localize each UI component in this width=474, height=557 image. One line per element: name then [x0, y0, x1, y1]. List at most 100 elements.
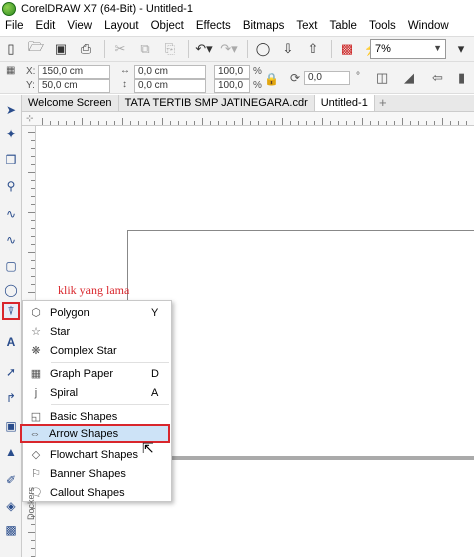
- flyout-item-label: Spiral: [50, 386, 79, 399]
- ellipse-tool-icon[interactable]: ◯: [2, 281, 20, 299]
- menu-bitmaps[interactable]: Bitmaps: [237, 20, 291, 32]
- menu-view[interactable]: View: [61, 20, 98, 32]
- add-tab-icon[interactable]: +: [375, 95, 391, 111]
- ruler-tick: [28, 532, 35, 533]
- transparency-icon[interactable]: ▲: [2, 443, 20, 461]
- shortcut-key: D: [151, 367, 159, 380]
- ruler-tick: [82, 118, 83, 125]
- polygon-tool-icon[interactable]: ⍒: [2, 302, 20, 320]
- height-field[interactable]: 0,0 cm: [134, 79, 206, 93]
- ruler-tick: [442, 118, 443, 125]
- zoom-tool-icon[interactable]: ⚲: [2, 177, 20, 195]
- zoom-level-select[interactable]: 7% ▼: [370, 39, 446, 59]
- ruler-tick: [31, 164, 35, 165]
- tab-untitled-1[interactable]: Untitled-1: [314, 95, 375, 111]
- ruler-tick: [458, 121, 459, 125]
- menu-tools[interactable]: Tools: [363, 20, 402, 32]
- interactive-fill-icon[interactable]: ◈: [2, 497, 20, 515]
- search-content-icon[interactable]: ◯: [252, 38, 274, 60]
- tab-welcome-screen[interactable]: Welcome Screen: [22, 95, 119, 111]
- lock-ratio-icon[interactable]: 🔒: [264, 72, 279, 86]
- undo-icon[interactable]: ↶▾: [193, 38, 215, 60]
- connector-tool-icon[interactable]: ↱: [2, 389, 20, 407]
- smart-fill-icon[interactable]: ▩: [2, 521, 20, 539]
- flyout-item-star[interactable]: ☆ Star: [23, 322, 171, 341]
- window-title: CorelDRAW X7 (64-Bit) - Untitled-1: [21, 2, 193, 15]
- flyout-item-label: Arrow Shapes: [49, 427, 119, 440]
- paste-icon[interactable]: ⎘: [159, 38, 181, 60]
- publish-pdf-icon[interactable]: ▩: [336, 38, 358, 60]
- ruler-tick: [31, 260, 35, 261]
- x-label: X:: [26, 66, 36, 77]
- ruler-tick: [31, 548, 35, 549]
- menu-file[interactable]: File: [0, 20, 30, 32]
- ruler-origin-icon[interactable]: ⊹: [26, 113, 34, 124]
- angle-field[interactable]: 0,0: [304, 71, 350, 85]
- flyout-item-banner-shapes[interactable]: ⚐ Banner Shapes: [23, 464, 171, 483]
- coreldraw-logo-icon: [2, 1, 16, 16]
- menu-table[interactable]: Table: [323, 20, 363, 32]
- flyout-item-spiral[interactable]: ϳ Spiral A: [23, 383, 171, 402]
- y-position-field[interactable]: 50,0 cm: [38, 79, 110, 93]
- redo-icon[interactable]: ↷▾: [218, 38, 240, 60]
- pick-tool-icon[interactable]: ➤: [2, 101, 20, 119]
- artistic-media-icon[interactable]: ∿: [2, 231, 20, 249]
- drop-shadow-icon[interactable]: ▣: [2, 417, 20, 435]
- menu-effects[interactable]: Effects: [190, 20, 237, 32]
- mirror-horizontal-icon[interactable]: ◫: [376, 70, 388, 86]
- freehand-tool-icon[interactable]: ∿: [2, 205, 20, 223]
- basic-shapes-icon: ◱: [30, 411, 42, 423]
- ruler-tick: [31, 540, 35, 541]
- ruler-tick: [434, 121, 435, 125]
- ruler-tick: [322, 118, 323, 125]
- ruler-tick: [31, 140, 35, 141]
- save-icon[interactable]: ▣: [50, 38, 72, 60]
- ruler-tick: [178, 121, 179, 125]
- import-icon[interactable]: ⇩: [277, 38, 299, 60]
- mirror-vertical-icon[interactable]: ◢: [404, 70, 414, 86]
- percent-label: %: [253, 66, 262, 77]
- shape-tool-icon[interactable]: ✦: [2, 125, 20, 143]
- horizontal-ruler[interactable]: ⊹: [22, 112, 474, 126]
- flyout-item-polygon[interactable]: ⬡ Polygon Y: [23, 303, 171, 322]
- copy-icon[interactable]: ⧉: [134, 38, 156, 60]
- export-icon[interactable]: ⇧: [302, 38, 324, 60]
- flyout-item-callout-shapes[interactable]: 🗨 Callout Shapes: [23, 483, 171, 502]
- flowchart-shapes-icon: ◇: [31, 449, 41, 461]
- menu-edit[interactable]: Edit: [30, 20, 62, 32]
- text-tool-icon[interactable]: A: [2, 333, 20, 351]
- open-folder-icon[interactable]: 🗁: [25, 38, 47, 60]
- ruler-tick: [426, 121, 427, 125]
- outline-icon[interactable]: ▮: [458, 70, 465, 86]
- parallel-dimension-icon[interactable]: ➚: [2, 363, 20, 381]
- color-eyedropper-icon[interactable]: ✐: [2, 471, 20, 489]
- dockers-side-label[interactable]: Dockers: [26, 487, 36, 520]
- flyout-item-graph-paper[interactable]: ▦ Graph Paper D: [23, 364, 171, 383]
- rectangle-tool-icon[interactable]: ▢: [2, 257, 20, 275]
- flyout-item-complex-star[interactable]: ❋ Complex Star: [23, 341, 171, 360]
- width-field[interactable]: 0,0 cm: [134, 65, 206, 79]
- zoom-arrow-icon[interactable]: ▾: [450, 38, 472, 60]
- ruler-tick: [31, 188, 35, 189]
- menu-object[interactable]: Object: [145, 20, 190, 32]
- menu-layout[interactable]: Layout: [98, 20, 145, 32]
- menu-text[interactable]: Text: [290, 20, 323, 32]
- ruler-tick: [170, 121, 171, 125]
- ruler-tick: [314, 121, 315, 125]
- ruler-tick: [378, 121, 379, 125]
- ruler-tick: [31, 220, 35, 221]
- cut-icon[interactable]: ✂: [109, 38, 131, 60]
- x-position-field[interactable]: 150,0 cm: [38, 65, 110, 79]
- scale-height-field[interactable]: 100,0: [214, 79, 250, 93]
- print-icon[interactable]: ⎙: [75, 38, 97, 60]
- menu-window[interactable]: Window: [402, 20, 455, 32]
- star-icon: ☆: [31, 326, 41, 338]
- crop-tool-icon[interactable]: ❒: [2, 151, 20, 169]
- wrap-text-icon[interactable]: ⇦: [432, 70, 443, 86]
- scale-width-field[interactable]: 100,0: [214, 65, 250, 79]
- flyout-item-label: Polygon: [50, 306, 90, 319]
- new-document-icon[interactable]: ▯: [0, 38, 22, 60]
- tab-tata-tertib[interactable]: TATA TERTIB SMP JATINEGARA.cdr: [119, 95, 315, 111]
- toolbar-divider: [104, 40, 105, 58]
- ruler-tick: [154, 121, 155, 125]
